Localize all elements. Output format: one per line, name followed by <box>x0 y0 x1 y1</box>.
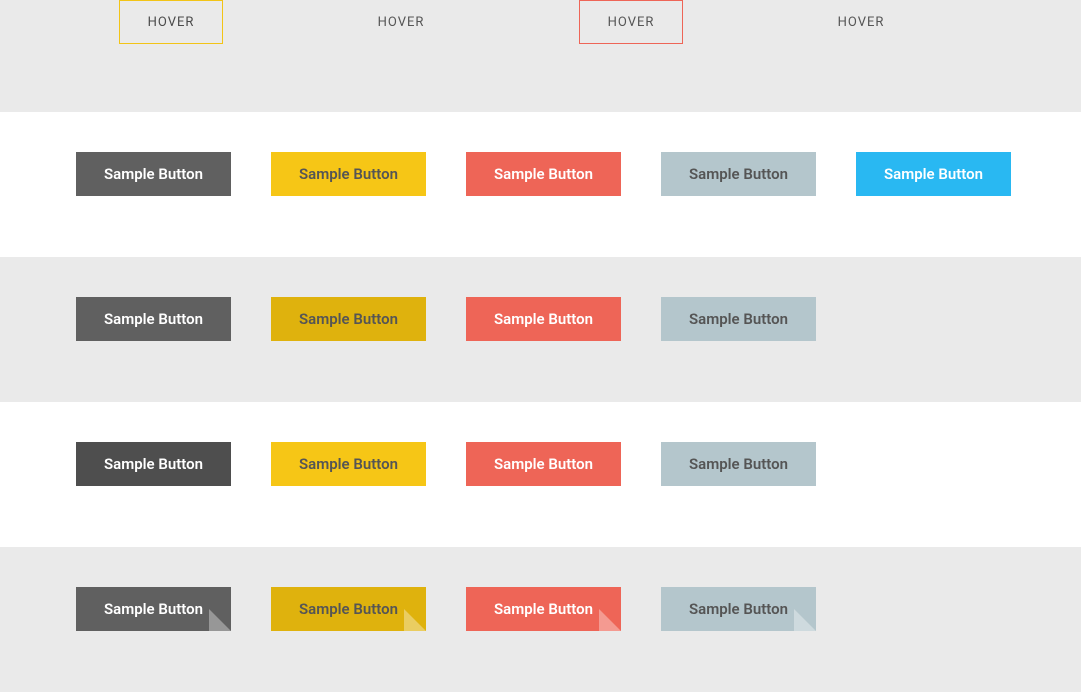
sample-button-darker[interactable]: Sample Button <box>76 442 231 486</box>
button-row-1: Sample Button Sample Button Sample Butto… <box>0 112 1081 257</box>
button-label: Sample Button <box>689 600 788 618</box>
button-label: Sample Button <box>104 455 203 473</box>
hover-button-label: HOVER <box>608 15 655 30</box>
hover-button-plain[interactable]: HOVER <box>350 0 453 44</box>
sample-button-yellow[interactable]: Sample Button <box>271 152 426 196</box>
sample-button-red-fold[interactable]: Sample Button <box>466 587 621 631</box>
sample-button-dark-fold[interactable]: Sample Button <box>76 587 231 631</box>
hover-slot: HOVER <box>766 0 956 44</box>
sample-button-silver[interactable]: Sample Button <box>661 297 816 341</box>
sample-button-red[interactable]: Sample Button <box>466 297 621 341</box>
hover-button-label: HOVER <box>838 15 885 30</box>
hover-slot: HOVER <box>76 0 266 44</box>
button-label: Sample Button <box>494 310 593 328</box>
button-label: Sample Button <box>689 310 788 328</box>
button-label: Sample Button <box>299 310 398 328</box>
button-row-2: Sample Button Sample Button Sample Butto… <box>0 257 1081 402</box>
sample-button-dark[interactable]: Sample Button <box>76 152 231 196</box>
button-label: Sample Button <box>494 455 593 473</box>
button-label: Sample Button <box>689 455 788 473</box>
button-row-3: Sample Button Sample Button Sample Butto… <box>0 402 1081 547</box>
hover-button-yellow-outline[interactable]: HOVER <box>119 0 224 44</box>
sample-button-red[interactable]: Sample Button <box>466 442 621 486</box>
button-label: Sample Button <box>104 600 203 618</box>
sample-button-silver-fold[interactable]: Sample Button <box>661 587 816 631</box>
sample-button-yellow[interactable]: Sample Button <box>271 442 426 486</box>
hover-button-red-outline[interactable]: HOVER <box>579 0 684 44</box>
hover-slot: HOVER <box>536 0 726 44</box>
sample-button-dark[interactable]: Sample Button <box>76 297 231 341</box>
button-label: Sample Button <box>299 455 398 473</box>
button-row-4: Sample Button Sample Button Sample Butto… <box>0 547 1081 692</box>
button-label: Sample Button <box>299 165 398 183</box>
sample-button-blue[interactable]: Sample Button <box>856 152 1011 196</box>
hover-button-label: HOVER <box>378 15 425 30</box>
sample-button-yellow-dark[interactable]: Sample Button <box>271 297 426 341</box>
button-label: Sample Button <box>689 165 788 183</box>
button-label: Sample Button <box>299 600 398 618</box>
sample-button-red[interactable]: Sample Button <box>466 152 621 196</box>
hover-button-label: HOVER <box>148 15 195 30</box>
button-label: Sample Button <box>104 310 203 328</box>
hover-row: HOVER HOVER HOVER HOVER <box>0 0 1081 112</box>
sample-button-silver[interactable]: Sample Button <box>661 442 816 486</box>
button-label: Sample Button <box>104 165 203 183</box>
button-label: Sample Button <box>494 600 593 618</box>
sample-button-yellow-fold[interactable]: Sample Button <box>271 587 426 631</box>
button-label: Sample Button <box>494 165 593 183</box>
button-label: Sample Button <box>884 165 983 183</box>
hover-button-plain[interactable]: HOVER <box>810 0 913 44</box>
sample-button-silver[interactable]: Sample Button <box>661 152 816 196</box>
hover-slot: HOVER <box>306 0 496 44</box>
